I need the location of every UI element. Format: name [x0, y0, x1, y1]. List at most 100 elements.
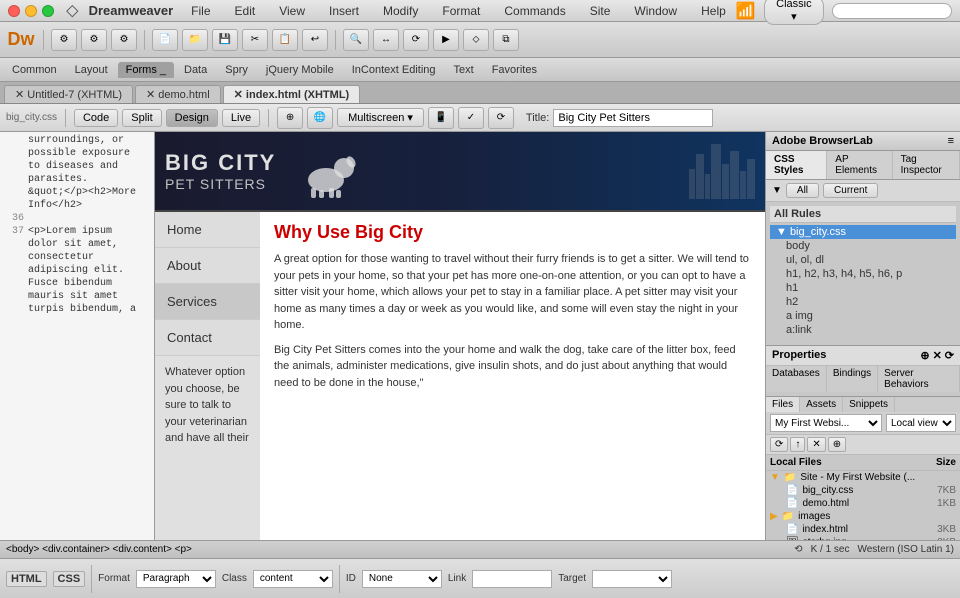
- file-row-index[interactable]: 📄 index.html 3KB: [766, 523, 960, 536]
- files-btn-4[interactable]: ⊕: [828, 437, 846, 452]
- rule-lists[interactable]: ul, ol, dl: [770, 253, 956, 267]
- toolbar-btn-10[interactable]: 🔍: [343, 29, 369, 51]
- format-select[interactable]: Paragraph: [136, 570, 216, 588]
- tab-assets[interactable]: Assets: [800, 397, 843, 412]
- inspect-btn[interactable]: ⊕: [277, 107, 303, 129]
- files-btn-1[interactable]: ⟳: [770, 437, 788, 452]
- menu-format[interactable]: Format: [438, 2, 484, 20]
- split-btn[interactable]: Split: [122, 109, 161, 127]
- live-btn[interactable]: Live: [222, 109, 260, 127]
- nav-about[interactable]: About: [155, 248, 260, 284]
- prop-icon-3[interactable]: ⟳: [945, 349, 954, 362]
- toolbar-btn-3[interactable]: ⚙: [111, 29, 137, 51]
- content-para-2: Big City Pet Sitters comes into the your…: [274, 342, 751, 392]
- html-badge[interactable]: HTML: [6, 571, 47, 587]
- rule-a-link[interactable]: a:link: [770, 323, 956, 337]
- tab-favorites[interactable]: Favorites: [484, 62, 545, 78]
- rule-body[interactable]: body: [770, 239, 956, 253]
- local-site-select[interactable]: My First Websi...: [770, 414, 882, 432]
- view-select[interactable]: Local view: [886, 414, 956, 432]
- toolbar-btn-2[interactable]: ⚙: [81, 29, 107, 51]
- rule-a-img[interactable]: a img: [770, 309, 956, 323]
- prop-icon-2[interactable]: ✕: [933, 349, 942, 362]
- prop-icon-1[interactable]: ⊕: [920, 349, 929, 362]
- search-input[interactable]: [832, 3, 952, 19]
- menu-file[interactable]: File: [187, 2, 214, 20]
- tab-bindings[interactable]: Bindings: [827, 366, 878, 392]
- close-button[interactable]: [8, 5, 20, 17]
- tab-common[interactable]: Common: [4, 62, 65, 78]
- toolbar-btn-6[interactable]: 💾: [212, 29, 238, 51]
- file-row-images[interactable]: ▶ 📁 images: [766, 510, 960, 523]
- tab-ap-elements[interactable]: AP Elements: [827, 151, 892, 179]
- toolbar-btn-1[interactable]: ⚙: [51, 29, 77, 51]
- doc-tab-demo[interactable]: ✕ demo.html: [135, 85, 221, 103]
- doc-tab-untitled[interactable]: ✕ Untitled-7 (XHTML): [4, 85, 133, 103]
- toolbar-btn-7[interactable]: ✂: [242, 29, 268, 51]
- tab-data[interactable]: Data: [176, 62, 215, 78]
- tab-tag-inspector[interactable]: Tag Inspector: [893, 151, 960, 179]
- menu-insert[interactable]: Insert: [325, 2, 363, 20]
- id-select[interactable]: None: [362, 570, 442, 588]
- app-name: Dreamweaver: [89, 3, 174, 18]
- class-select[interactable]: content: [253, 570, 333, 588]
- file-row-starbg[interactable]: 🖼 starbg.jpg 2KB: [766, 536, 960, 540]
- tab-forms[interactable]: Forms _: [118, 62, 174, 78]
- tab-css-styles[interactable]: CSS Styles: [766, 151, 827, 179]
- browser-btn[interactable]: 🌐: [307, 107, 333, 129]
- tab-text[interactable]: Text: [446, 62, 482, 78]
- nav-services[interactable]: Services: [155, 284, 260, 320]
- title-input[interactable]: [553, 109, 713, 127]
- phone-btn[interactable]: 📱: [428, 107, 454, 129]
- tab-server-behaviors[interactable]: Server Behaviors: [878, 366, 960, 392]
- link-input[interactable]: [472, 570, 552, 588]
- design-btn[interactable]: Design: [166, 109, 218, 127]
- classic-button[interactable]: Classic ▾: [764, 0, 824, 25]
- toolbar-btn-13[interactable]: ▶: [433, 29, 459, 51]
- file-row-css[interactable]: 📄 big_city.css 7KB: [766, 484, 960, 497]
- menu-commands[interactable]: Commands: [500, 2, 569, 20]
- toolbar-btn-9[interactable]: ↩: [302, 29, 328, 51]
- tab-spry[interactable]: Spry: [217, 62, 256, 78]
- toolbar-btn-5[interactable]: 📁: [182, 29, 208, 51]
- menu-edit[interactable]: Edit: [231, 2, 260, 20]
- tab-layout[interactable]: Layout: [67, 62, 116, 78]
- menu-window[interactable]: Window: [630, 2, 681, 20]
- toolbar-btn-8[interactable]: 📋: [272, 29, 298, 51]
- validate-btn[interactable]: ✓: [458, 107, 484, 129]
- tab-files[interactable]: Files: [766, 397, 800, 412]
- rule-headings[interactable]: h1, h2, h3, h4, h5, h6, p: [770, 267, 956, 281]
- target-select[interactable]: [592, 570, 672, 588]
- toolbar-btn-15[interactable]: ⧉: [493, 29, 519, 51]
- filter-all-btn[interactable]: All: [786, 183, 819, 198]
- refresh-btn[interactable]: ⟳: [488, 107, 514, 129]
- tab-jquery-mobile[interactable]: jQuery Mobile: [258, 62, 342, 78]
- toolbar-btn-4[interactable]: 📄: [152, 29, 178, 51]
- css-badge[interactable]: CSS: [53, 571, 86, 587]
- code-btn[interactable]: Code: [74, 109, 118, 127]
- files-btn-3[interactable]: ✕: [807, 437, 825, 452]
- zoom-button[interactable]: [42, 5, 54, 17]
- menu-help[interactable]: Help: [697, 2, 730, 20]
- minimize-button[interactable]: [25, 5, 37, 17]
- nav-home[interactable]: Home: [155, 212, 260, 248]
- tab-snippets[interactable]: Snippets: [843, 397, 895, 412]
- menu-view[interactable]: View: [275, 2, 309, 20]
- tab-databases[interactable]: Databases: [766, 366, 827, 392]
- menu-site[interactable]: Site: [586, 2, 615, 20]
- toolbar-btn-14[interactable]: ⬦: [463, 29, 489, 51]
- menu-modify[interactable]: Modify: [379, 2, 422, 20]
- file-row-demo[interactable]: 📄 demo.html 1KB: [766, 497, 960, 510]
- rule-h2[interactable]: h2: [770, 295, 956, 309]
- filter-current-btn[interactable]: Current: [823, 183, 878, 198]
- nav-contact[interactable]: Contact: [155, 320, 260, 356]
- files-btn-2[interactable]: ↑: [790, 437, 805, 452]
- file-row-site[interactable]: ▼ 📁 Site - My First Website (...: [766, 471, 960, 484]
- tab-incontext[interactable]: InContext Editing: [344, 62, 444, 78]
- multiscreen-btn[interactable]: Multiscreen ▾: [337, 108, 424, 127]
- toolbar-btn-12[interactable]: ⟳: [403, 29, 429, 51]
- toolbar-btn-11[interactable]: ↔: [373, 29, 399, 51]
- rule-big-city-css[interactable]: ▼ big_city.css: [770, 225, 956, 239]
- rule-h1[interactable]: h1: [770, 281, 956, 295]
- doc-tab-index[interactable]: ✕ index.html (XHTML): [223, 85, 361, 103]
